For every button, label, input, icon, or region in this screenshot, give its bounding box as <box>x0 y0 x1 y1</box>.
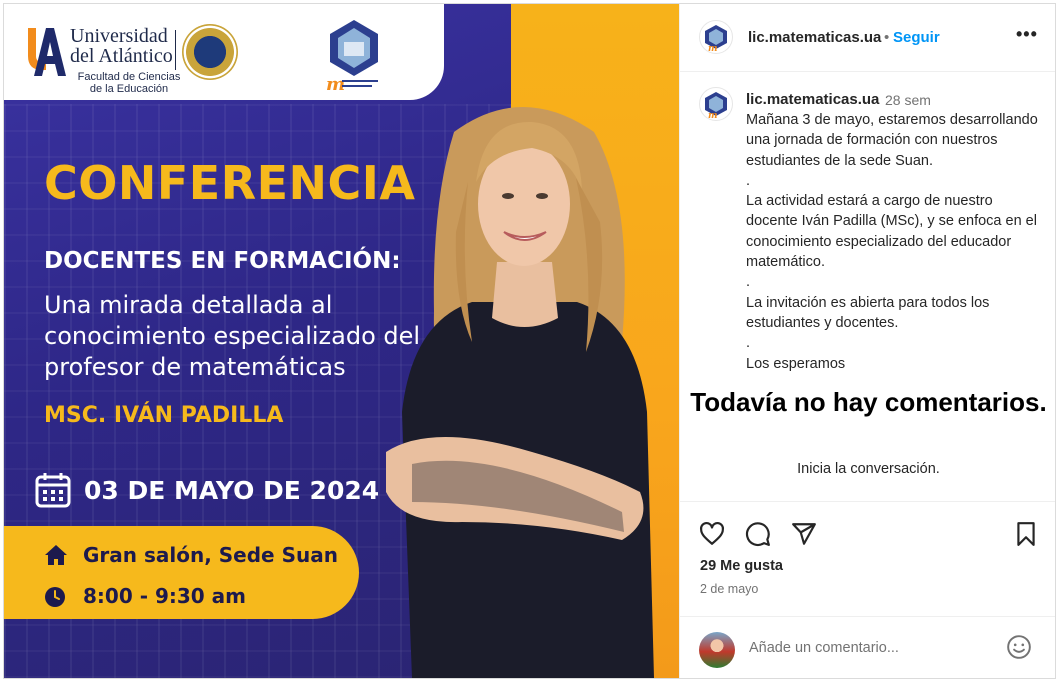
follow-button[interactable]: Seguir <box>893 29 940 46</box>
clock-icon <box>45 587 65 607</box>
university-name: Universidad del Atlántico <box>70 26 173 66</box>
poster-date: 03 DE MAYO DE 2024 <box>84 476 380 505</box>
calendar-icon <box>35 473 71 508</box>
university-name-line2: del Atlántico <box>70 45 173 67</box>
comment-input[interactable] <box>749 633 999 663</box>
caption-text: Mañana 3 de mayo, estaremos desarrolland… <box>746 112 1038 372</box>
likes-count[interactable]: 29 Me gusta <box>700 558 783 574</box>
account-logo-icon: m <box>705 92 727 120</box>
poster-speaker: MSC. IVÁN PADILLA <box>44 403 284 428</box>
home-icon <box>45 545 67 565</box>
no-comments-title-text: Todavía no hay comentarios. <box>690 387 1047 417</box>
logo-divider <box>175 30 176 70</box>
university-name-line1: Universidad <box>70 25 168 47</box>
start-conversation-text: Inicia la conversación. <box>797 461 940 477</box>
comment-bar <box>680 616 1055 678</box>
header-separator: • <box>884 29 890 46</box>
svg-text:m: m <box>326 74 345 94</box>
post-image[interactable]: Universidad del Atlántico Facultad de Ci… <box>4 4 679 678</box>
account-avatar[interactable]: m <box>699 20 733 54</box>
faculty-seal-icon <box>182 24 238 80</box>
caption-username[interactable]: lic.matematicas.ua <box>746 91 879 108</box>
speaker-photo <box>386 107 654 678</box>
more-options-icon[interactable]: ••• <box>1016 24 1038 45</box>
header-username[interactable]: lic.matematicas.ua <box>748 29 881 46</box>
poster-logo-bar: Universidad del Atlántico Facultad de Ci… <box>4 4 444 100</box>
poster-place: Gran salón, Sede Suan <box>83 543 338 567</box>
poster-time: 8:00 - 9:30 am <box>83 584 247 608</box>
poster-title: CONFERENCIA <box>44 156 416 210</box>
account-logo-icon: m <box>705 25 727 53</box>
post-header: m lic.matematicas.ua • Seguir ••• <box>680 4 1055 72</box>
faculty-name: Facultad de Ciencias de la Educación <box>77 71 181 95</box>
svg-text:m: m <box>708 111 718 120</box>
poster-subtitle: DOCENTES EN FORMACIÓN: <box>44 248 401 274</box>
no-comments-title: Todavía no hay comentarios. <box>680 385 1055 419</box>
heart-icon[interactable] <box>699 521 725 547</box>
caption-avatar[interactable]: m <box>699 87 733 121</box>
university-logo-icon <box>28 28 66 76</box>
comment-icon[interactable] <box>745 521 771 547</box>
caption-time[interactable]: 28 sem <box>885 92 931 108</box>
instagram-post-modal: Universidad del Atlántico Facultad de Ci… <box>3 3 1056 679</box>
math-program-logo-icon: m <box>326 20 378 94</box>
svg-text:m: m <box>708 44 718 53</box>
post-side-panel: m lic.matematicas.ua • Seguir ••• m lic.… <box>679 4 1055 678</box>
share-icon[interactable] <box>791 521 817 547</box>
poster-description: Una mirada detallada al conocimiento esp… <box>44 291 421 381</box>
emoji-icon[interactable] <box>1006 634 1032 660</box>
post-date[interactable]: 2 de mayo <box>700 582 758 596</box>
bookmark-icon[interactable] <box>1013 521 1039 547</box>
current-user-avatar <box>699 632 735 668</box>
